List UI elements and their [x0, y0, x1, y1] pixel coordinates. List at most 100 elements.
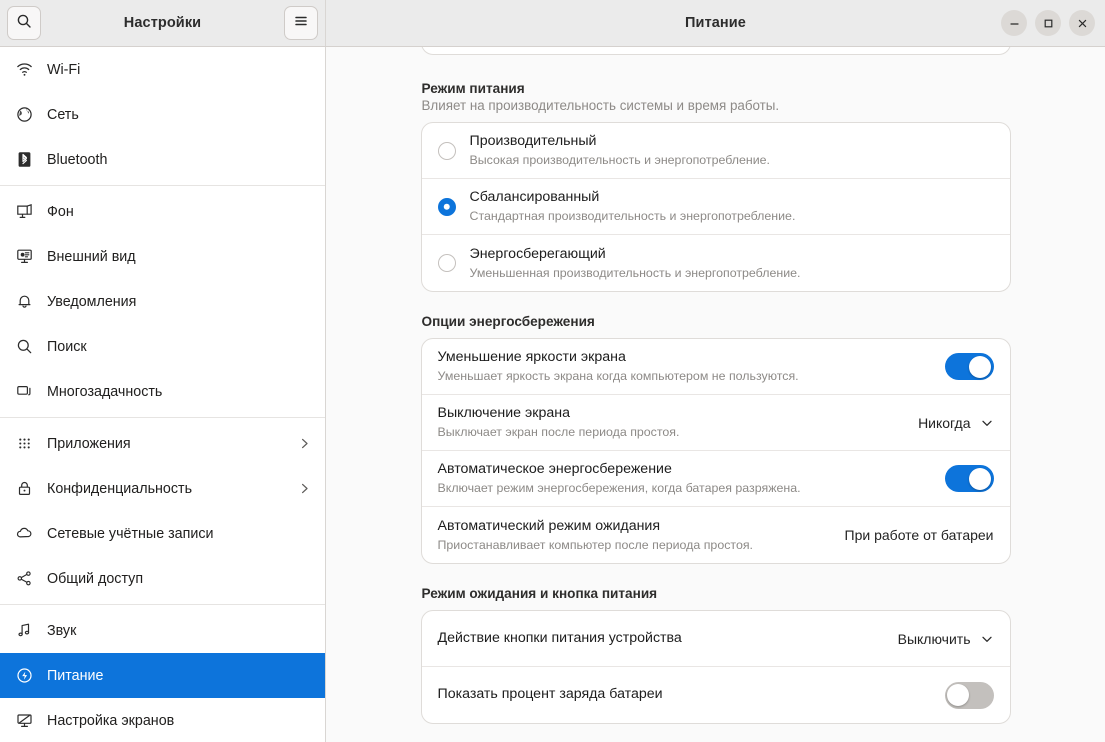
sidebar-item-sharing[interactable]: Общий доступ: [0, 556, 325, 601]
sidebar-item-label: Уведомления: [47, 293, 137, 310]
row-label: Показать процент заряда батареи: [437, 686, 663, 703]
option-label: Сбалансированный: [469, 189, 600, 206]
appearance-icon: [10, 248, 38, 265]
row-label: Уменьшение яркости экрана: [437, 349, 626, 366]
row-label: Выключение экрана: [437, 405, 570, 422]
sidebar-item-label: Сеть: [47, 106, 79, 123]
sidebar-item-bluetooth[interactable]: Bluetooth: [0, 137, 325, 182]
row-sublabel: Приостанавливает компьютер после периода…: [437, 537, 753, 552]
suspend-power-button-title: Режим ожидания и кнопка питания: [421, 586, 658, 601]
cloud-accounts-icon: [10, 525, 38, 542]
sidebar-item-online-accounts[interactable]: Сетевые учётные записи: [0, 511, 325, 556]
sidebar-item-power[interactable]: Питание: [0, 653, 325, 698]
power-mode-option-performance[interactable]: Производительный Высокая производительно…: [421, 123, 1010, 179]
row-dim-screen[interactable]: Уменьшение яркости экрана Уменьшает ярко…: [421, 339, 1010, 395]
search-icon: [10, 338, 38, 355]
sidebar-item-apps[interactable]: Приложения: [0, 421, 325, 466]
sidebar-item-label: Bluetooth: [47, 151, 108, 168]
displays-monitor-icon: [10, 712, 38, 729]
option-label: Производительный: [469, 133, 597, 150]
option-sublabel: Уменьшенная производительность и энергоп…: [469, 265, 801, 280]
sidebar-item-multitasking[interactable]: Многозадачность: [0, 369, 325, 414]
row-sublabel: Уменьшает яркость экрана когда компьютер…: [437, 369, 799, 384]
row-sublabel: Включает режим энергосбережения, когда б…: [437, 481, 801, 496]
radio-balanced[interactable]: [437, 197, 456, 216]
row-label: Автоматическое энергосбережение: [437, 461, 672, 478]
toggle-dim-screen[interactable]: [944, 353, 994, 380]
toggle-automatic-power-saver[interactable]: [944, 465, 994, 492]
row-automatic-suspend[interactable]: Автоматический режим ожидания Приостанав…: [422, 507, 1010, 563]
power-mode-title: Режим питания: [421, 81, 525, 96]
radio-performance[interactable]: [437, 141, 456, 160]
sidebar-divider: [0, 417, 325, 418]
power-saving-title: Опции энергосбережения: [421, 314, 595, 329]
power-plug-icon: [10, 667, 38, 684]
sidebar-item-appearance[interactable]: Внешний вид: [0, 234, 325, 279]
power-mode-option-balanced[interactable]: Сбалансированный Стандартная производите…: [421, 179, 1010, 235]
sidebar-item-label: Общий доступ: [47, 570, 144, 587]
sidebar-item-notifications[interactable]: Уведомления: [0, 279, 325, 324]
power-mode-option-powersaver[interactable]: Энергосберегающий Уменьшенная производит…: [422, 235, 1010, 291]
power-saving-group: Опции энергосбережения Уменьшение яркост…: [420, 314, 1011, 564]
sidebar-item-privacy[interactable]: Конфиденциальность: [0, 466, 325, 511]
sidebar-header: Настройки: [0, 0, 326, 46]
sidebar-title: Настройки: [123, 15, 202, 31]
power-settings-content[interactable]: Режим питания Влияет на производительнос…: [326, 47, 1105, 742]
sidebar-item-label: Сетевые учётные записи: [47, 525, 214, 542]
wifi-icon: [10, 61, 38, 78]
power-mode-card: Производительный Высокая производительно…: [420, 122, 1011, 292]
apps-grid-icon: [10, 435, 38, 452]
sidebar-item-sound[interactable]: Звук: [0, 608, 325, 653]
sidebar-item-search[interactable]: Поиск: [0, 324, 325, 369]
window-controls: [1001, 10, 1095, 36]
sidebar-item-displays[interactable]: Настройка экранов: [0, 698, 325, 742]
header-bar: Настройки Питание: [0, 0, 1105, 47]
main-menu-button[interactable]: [284, 6, 318, 40]
row-automatic-power-saver[interactable]: Автоматическое энергосбережение Включает…: [421, 451, 1010, 507]
search-button[interactable]: [7, 6, 41, 40]
option-label: Энергосберегающий: [469, 245, 606, 262]
network-globe-icon: [10, 106, 38, 123]
close-button[interactable]: [1069, 10, 1095, 36]
share-nodes-icon: [10, 570, 38, 587]
sidebar-item-label: Питание: [47, 667, 104, 684]
bluetooth-icon: [10, 151, 38, 168]
minimize-button[interactable]: [1001, 10, 1027, 36]
lock-privacy-icon: [10, 480, 38, 497]
row-label: Действие кнопки питания устройства: [437, 629, 682, 646]
chevron-right-icon: [298, 482, 311, 495]
sidebar-item-background[interactable]: Фон: [0, 189, 325, 234]
row-show-battery-percentage[interactable]: Показать процент заряда батареи: [422, 667, 1010, 723]
screen-blank-value: Никогда: [918, 414, 971, 431]
chevron-down-icon[interactable]: [980, 632, 994, 646]
sidebar-nav: Wi-Fi Сеть Bluetooth Фон Внешний вид Уве…: [0, 47, 326, 742]
power-button-action-value: Выключить: [897, 630, 971, 647]
maximize-button[interactable]: [1035, 10, 1061, 36]
settings-window: Настройки Питание Wi-Fi Сеть Bluetooth Ф…: [0, 0, 1105, 742]
option-sublabel: Стандартная производительность и энергоп…: [469, 209, 796, 224]
multitasking-windows-icon: [10, 383, 38, 400]
scrolled-partial-card: [420, 47, 1011, 55]
sidebar-item-label: Звук: [47, 622, 77, 639]
radio-powersaver[interactable]: [437, 254, 456, 272]
page-title: Питание: [685, 15, 746, 31]
sidebar-item-label: Приложения: [47, 435, 131, 452]
sidebar-item-label: Конфиденциальность: [47, 480, 193, 497]
music-note-sound-icon: [10, 622, 38, 639]
sidebar-item-wifi[interactable]: Wi-Fi: [0, 47, 325, 92]
power-mode-group: Режим питания Влияет на производительнос…: [420, 81, 1011, 292]
window-body: Wi-Fi Сеть Bluetooth Фон Внешний вид Уве…: [0, 47, 1105, 742]
sidebar-item-label: Внешний вид: [47, 248, 136, 265]
row-screen-blank[interactable]: Выключение экрана Выключает экран после …: [421, 395, 1010, 451]
toggle-show-battery-percentage[interactable]: [944, 681, 994, 709]
automatic-suspend-value: При работе от батареи: [844, 527, 994, 543]
power-saving-card: Уменьшение яркости экрана Уменьшает ярко…: [420, 338, 1011, 564]
option-sublabel: Высокая производительность и энергопотре…: [469, 153, 771, 168]
row-label: Автоматический режим ожидания: [437, 517, 661, 534]
background-wallpaper-icon: [10, 203, 38, 220]
sidebar-item-network[interactable]: Сеть: [0, 92, 325, 137]
chevron-down-icon[interactable]: [980, 416, 994, 430]
suspend-power-button-group: Режим ожидания и кнопка питания Действие…: [420, 586, 1011, 724]
bell-notifications-icon: [10, 293, 38, 310]
row-power-button-action[interactable]: Действие кнопки питания устройства Выклю…: [421, 611, 1010, 667]
